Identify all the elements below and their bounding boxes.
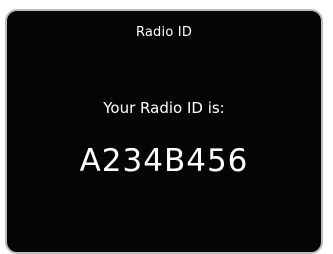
radio-id-panel: Radio ID Your Radio ID is: A234B456 (5, 9, 323, 254)
radio-id-screen: Radio ID Your Radio ID is: A234B456 (0, 0, 333, 254)
radio-id-label: Your Radio ID is: (103, 99, 225, 117)
radio-id-value: A234B456 (79, 143, 249, 179)
screen-title: Radio ID (135, 25, 193, 40)
